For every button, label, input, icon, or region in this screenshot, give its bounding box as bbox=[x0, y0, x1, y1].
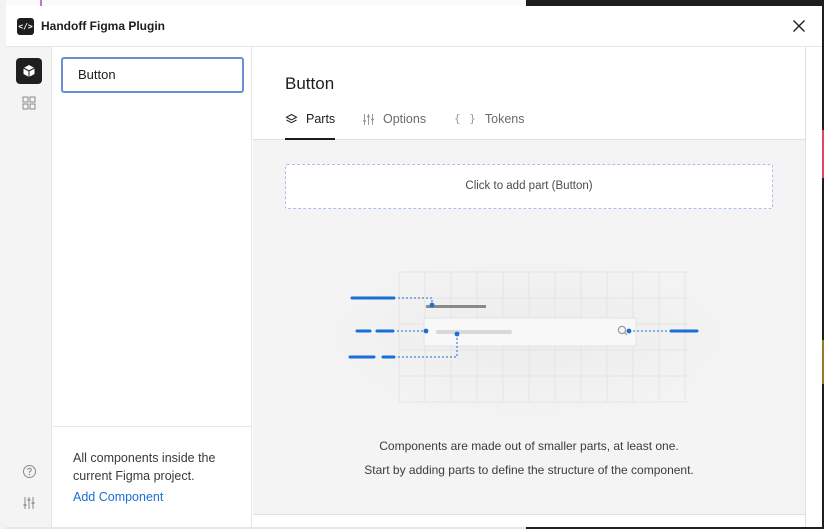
parts-illustration bbox=[303, 249, 755, 425]
empty-state-line-2: Start by adding parts to define the stru… bbox=[364, 463, 694, 477]
component-list-item[interactable]: Button bbox=[61, 57, 244, 93]
add-component-link[interactable]: Add Component bbox=[73, 490, 231, 504]
tab-options-label: Options bbox=[383, 112, 427, 126]
tab-parts[interactable]: Parts bbox=[285, 112, 336, 140]
rail-components-button[interactable] bbox=[16, 58, 42, 84]
component-detail-panel: Button Parts Options {} Tokens Click to… bbox=[253, 47, 805, 514]
tab-parts-label: Parts bbox=[306, 112, 336, 126]
close-icon bbox=[793, 20, 805, 32]
grid-icon bbox=[22, 96, 36, 110]
scrollbar-track[interactable] bbox=[805, 47, 822, 527]
braces-icon: { } bbox=[454, 112, 477, 125]
help-icon bbox=[22, 464, 36, 478]
plugin-window: </> Handoff Figma Plugin Button All comp… bbox=[6, 6, 822, 527]
settings-button[interactable] bbox=[16, 490, 42, 516]
title-bar: </> Handoff Figma Plugin bbox=[6, 6, 822, 47]
component-cube-icon bbox=[23, 65, 35, 77]
component-title: Button bbox=[285, 74, 335, 93]
help-button[interactable] bbox=[16, 458, 42, 484]
tab-tokens-label: Tokens bbox=[484, 112, 525, 126]
empty-state-line-1: Components are made out of smaller parts… bbox=[379, 439, 679, 453]
icon-rail bbox=[6, 47, 52, 527]
app-title: Handoff Figma Plugin bbox=[41, 19, 165, 33]
detail-footer-bar bbox=[253, 514, 805, 527]
rail-grid-button[interactable] bbox=[16, 90, 42, 116]
close-button[interactable] bbox=[790, 17, 808, 35]
tab-tokens[interactable]: { } Tokens bbox=[454, 112, 524, 140]
sliders-icon bbox=[23, 497, 35, 509]
component-list-pane: Button All components inside the current… bbox=[53, 47, 252, 527]
tab-options[interactable]: Options bbox=[362, 112, 426, 140]
sliders-icon bbox=[362, 113, 375, 126]
code-brackets-icon: </> bbox=[17, 18, 34, 35]
component-list-footer: All components inside the current Figma … bbox=[53, 426, 251, 527]
add-part-dropzone[interactable]: Click to add part (Button) bbox=[285, 164, 773, 209]
component-list-description: All components inside the current Figma … bbox=[73, 451, 216, 483]
detail-header: Button Parts Options {} Tokens bbox=[253, 47, 805, 140]
layers-icon bbox=[285, 113, 298, 126]
